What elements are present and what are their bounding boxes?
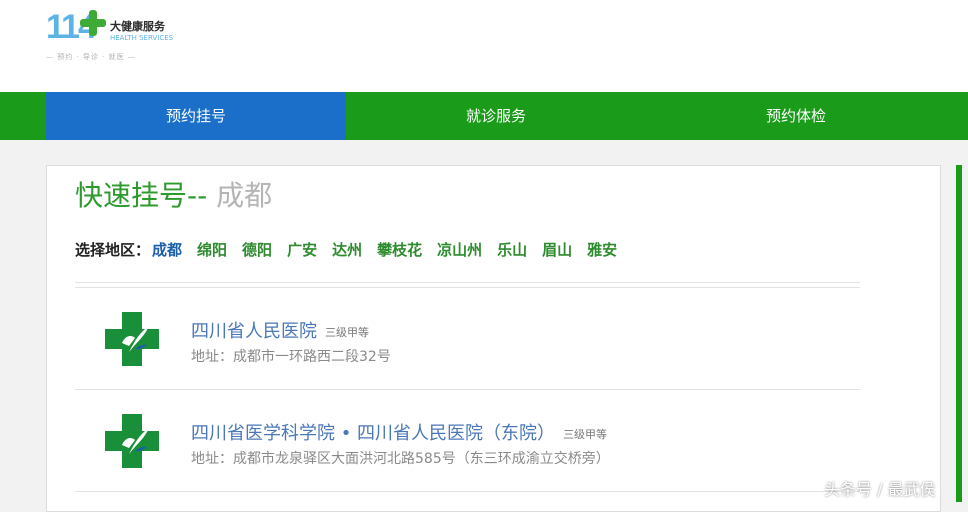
region-selector: 选择地区： 成都 绵阳 德阳 广安 达州 攀枝花 凉山州 乐山 眉山 雅安 [75,239,617,260]
title-main: 快速挂号-- [75,179,208,212]
main-nav: 预约挂号 就诊服务 预约体检 [0,92,968,140]
page-title: 快速挂号-- 成都 [75,174,272,214]
region-guangan[interactable]: 广安 [287,241,317,259]
region-panzhihua[interactable]: 攀枝花 [377,241,422,259]
plus-icon [80,10,106,36]
region-meishan[interactable]: 眉山 [542,241,572,259]
site-logo[interactable]: 114 大健康服务 HEALTH SERVICES — 预约 · 导诊 · 就医… [46,6,186,66]
hospital-level: 三级甲等 [325,326,369,339]
logo-tagline: — 预约 · 导诊 · 就医 — [46,53,136,61]
hospital-address: 地址：成都市龙泉驿区大面洪河北路585号（东三环成渝立交桥旁） [191,451,610,467]
region-mianyang[interactable]: 绵阳 [197,241,227,259]
nav-item-checkup[interactable]: 预约体检 [646,92,946,140]
nav-item-appointment[interactable]: 预约挂号 [46,92,346,140]
quick-register-panel: 快速挂号-- 成都 选择地区： 成都 绵阳 德阳 广安 达州 攀枝花 凉山州 乐山 眉山 雅安 四川… [46,165,941,512]
hospital-name[interactable]: 四川省医学科学院 • 四川省人民医院（东院） 三级甲等 [191,419,607,445]
divider [75,491,860,492]
watermark: 头条号 / 最武侯 [824,480,936,499]
hospital-cross-icon [105,312,159,366]
logo-name-cn: 大健康服务 [110,20,165,33]
scrollbar-accent [956,165,962,502]
title-city: 成都 [216,179,273,212]
hospital-name[interactable]: 四川省人民医院 三级甲等 [191,317,369,343]
region-leshan[interactable]: 乐山 [497,241,527,259]
divider [75,282,860,283]
region-chengdu[interactable]: 成都 [152,241,182,259]
logo-name-en: HEALTH SERVICES [110,34,174,42]
hospital-cross-icon [105,414,159,468]
region-dazhou[interactable]: 达州 [332,241,362,259]
site-header: 114 大健康服务 HEALTH SERVICES — 预约 · 导诊 · 就医… [0,0,968,92]
nav-item-medical-service[interactable]: 就诊服务 [346,92,646,140]
region-deyang[interactable]: 德阳 [242,241,272,259]
hospital-address: 地址：成都市一环路西二段32号 [191,349,391,365]
region-label: 选择地区： [75,241,151,259]
hospital-item[interactable]: 四川省人民医院 三级甲等 地址：成都市一环路西二段32号 [75,288,860,388]
hospital-item[interactable]: 四川省医学科学院 • 四川省人民医院（东院） 三级甲等 地址：成都市龙泉驿区大面洪… [75,390,860,490]
region-yaan[interactable]: 雅安 [587,241,617,259]
region-liangshan[interactable]: 凉山州 [437,241,482,259]
hospital-level: 三级甲等 [563,428,608,441]
